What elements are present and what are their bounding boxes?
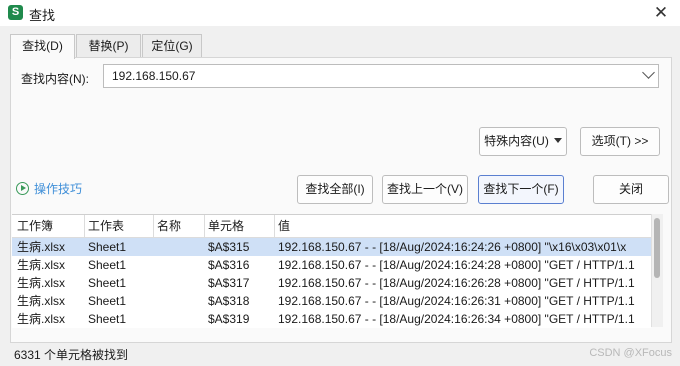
workbook-cell: 生病.xlsx (17, 276, 66, 290)
results-table[interactable]: 工作簿 工作表 名称 单元格 值 生病.xlsx Sheet1 $A$315 1… (12, 214, 651, 328)
table-row[interactable]: 生病.xlsx Sheet1 $A$318 192.168.150.67 - -… (12, 292, 651, 310)
name-cell (157, 274, 202, 292)
wps-spreadsheet-icon: S (8, 5, 23, 20)
table-row[interactable]: 生病.xlsx Sheet1 $A$317 192.168.150.67 - -… (12, 274, 651, 292)
options-button[interactable]: 选项(T) >> (580, 127, 660, 156)
name-cell (157, 292, 202, 310)
address-cell: $A$319 (208, 312, 250, 326)
address-cell: $A$316 (208, 258, 250, 272)
name-cell (157, 238, 202, 256)
value-cell: 192.168.150.67 - - [18/Aug/2024:16:26:28… (278, 276, 635, 290)
tab-goto[interactable]: 定位(G) (142, 34, 202, 58)
address-cell: $A$318 (208, 294, 250, 308)
workbook-cell: 生病.xlsx (17, 258, 66, 272)
watermark: CSDN @XFocus (589, 347, 672, 359)
value-cell: 192.168.150.67 - - [18/Aug/2024:16:24:26… (278, 240, 627, 254)
value-cell: 192.168.150.67 - - [18/Aug/2024:16:26:34… (278, 312, 635, 326)
sheet-cell: Sheet1 (88, 276, 127, 290)
column-divider[interactable] (204, 215, 205, 237)
col-sheet-header[interactable]: 工作表 (88, 215, 124, 237)
chevron-down-icon[interactable] (642, 66, 655, 79)
sheet-cell: Sheet1 (88, 240, 127, 254)
address-cell: $A$317 (208, 276, 250, 290)
find-panel: 查找内容(N): 192.168.150.67 特殊内容(U) 选项(T) >>… (10, 57, 672, 343)
address-cell: $A$315 (208, 240, 250, 254)
find-previous-button[interactable]: 查找上一个(V) (382, 175, 468, 204)
sheet-cell: Sheet1 (88, 258, 127, 272)
workbook-cell: 生病.xlsx (17, 294, 66, 308)
special-content-label: 特殊内容(U) (484, 134, 549, 148)
find-all-button[interactable]: 查找全部(I) (297, 175, 373, 204)
col-workbook-header[interactable]: 工作簿 (17, 215, 53, 237)
find-what-combobox[interactable]: 192.168.150.67 (103, 64, 659, 88)
sheet-cell: Sheet1 (88, 312, 127, 326)
column-divider[interactable] (153, 215, 154, 237)
find-next-button[interactable]: 查找下一个(F) (478, 175, 564, 204)
operation-tips-link[interactable]: 操作技巧 (16, 180, 82, 197)
window-title: 查找 (29, 8, 56, 23)
col-value-header[interactable]: 值 (278, 215, 290, 237)
table-row[interactable]: 生病.xlsx Sheet1 $A$315 192.168.150.67 - -… (12, 238, 651, 256)
find-what-label: 查找内容(N): (21, 72, 89, 86)
value-cell: 192.168.150.67 - - [18/Aug/2024:16:26:31… (278, 294, 635, 308)
operation-tips-label: 操作技巧 (34, 182, 83, 196)
table-row[interactable]: 生病.xlsx Sheet1 $A$319 192.168.150.67 - -… (12, 310, 651, 328)
value-cell: 192.168.150.67 - - [18/Aug/2024:16:24:28… (278, 258, 635, 272)
close-button[interactable]: 关闭 (593, 175, 669, 204)
results-header: 工作簿 工作表 名称 单元格 值 (12, 215, 651, 238)
sheet-cell: Sheet1 (88, 294, 127, 308)
column-divider[interactable] (84, 215, 85, 237)
tab-replace[interactable]: 替换(P) (76, 34, 141, 58)
workbook-cell: 生病.xlsx (17, 240, 66, 254)
scrollbar-thumb[interactable] (654, 218, 660, 278)
status-text: 6331 个单元格被找到 (14, 348, 129, 362)
name-cell (157, 256, 202, 274)
special-content-button[interactable]: 特殊内容(U) (479, 127, 567, 156)
dropdown-caret-icon (553, 138, 562, 143)
results-scrollbar[interactable] (651, 214, 663, 327)
column-divider[interactable] (274, 215, 275, 237)
title-bar: S 查找 ✕ (0, 0, 680, 26)
tab-find[interactable]: 查找(D) (10, 34, 75, 59)
play-circle-icon (16, 182, 29, 195)
find-what-value[interactable]: 192.168.150.67 (112, 69, 195, 83)
col-name-header[interactable]: 名称 (157, 215, 181, 237)
close-icon[interactable]: ✕ (650, 2, 672, 24)
workbook-cell: 生病.xlsx (17, 312, 66, 326)
name-cell (157, 310, 202, 328)
table-row[interactable]: 生病.xlsx Sheet1 $A$316 192.168.150.67 - -… (12, 256, 651, 274)
col-cell-header[interactable]: 单元格 (208, 215, 244, 237)
